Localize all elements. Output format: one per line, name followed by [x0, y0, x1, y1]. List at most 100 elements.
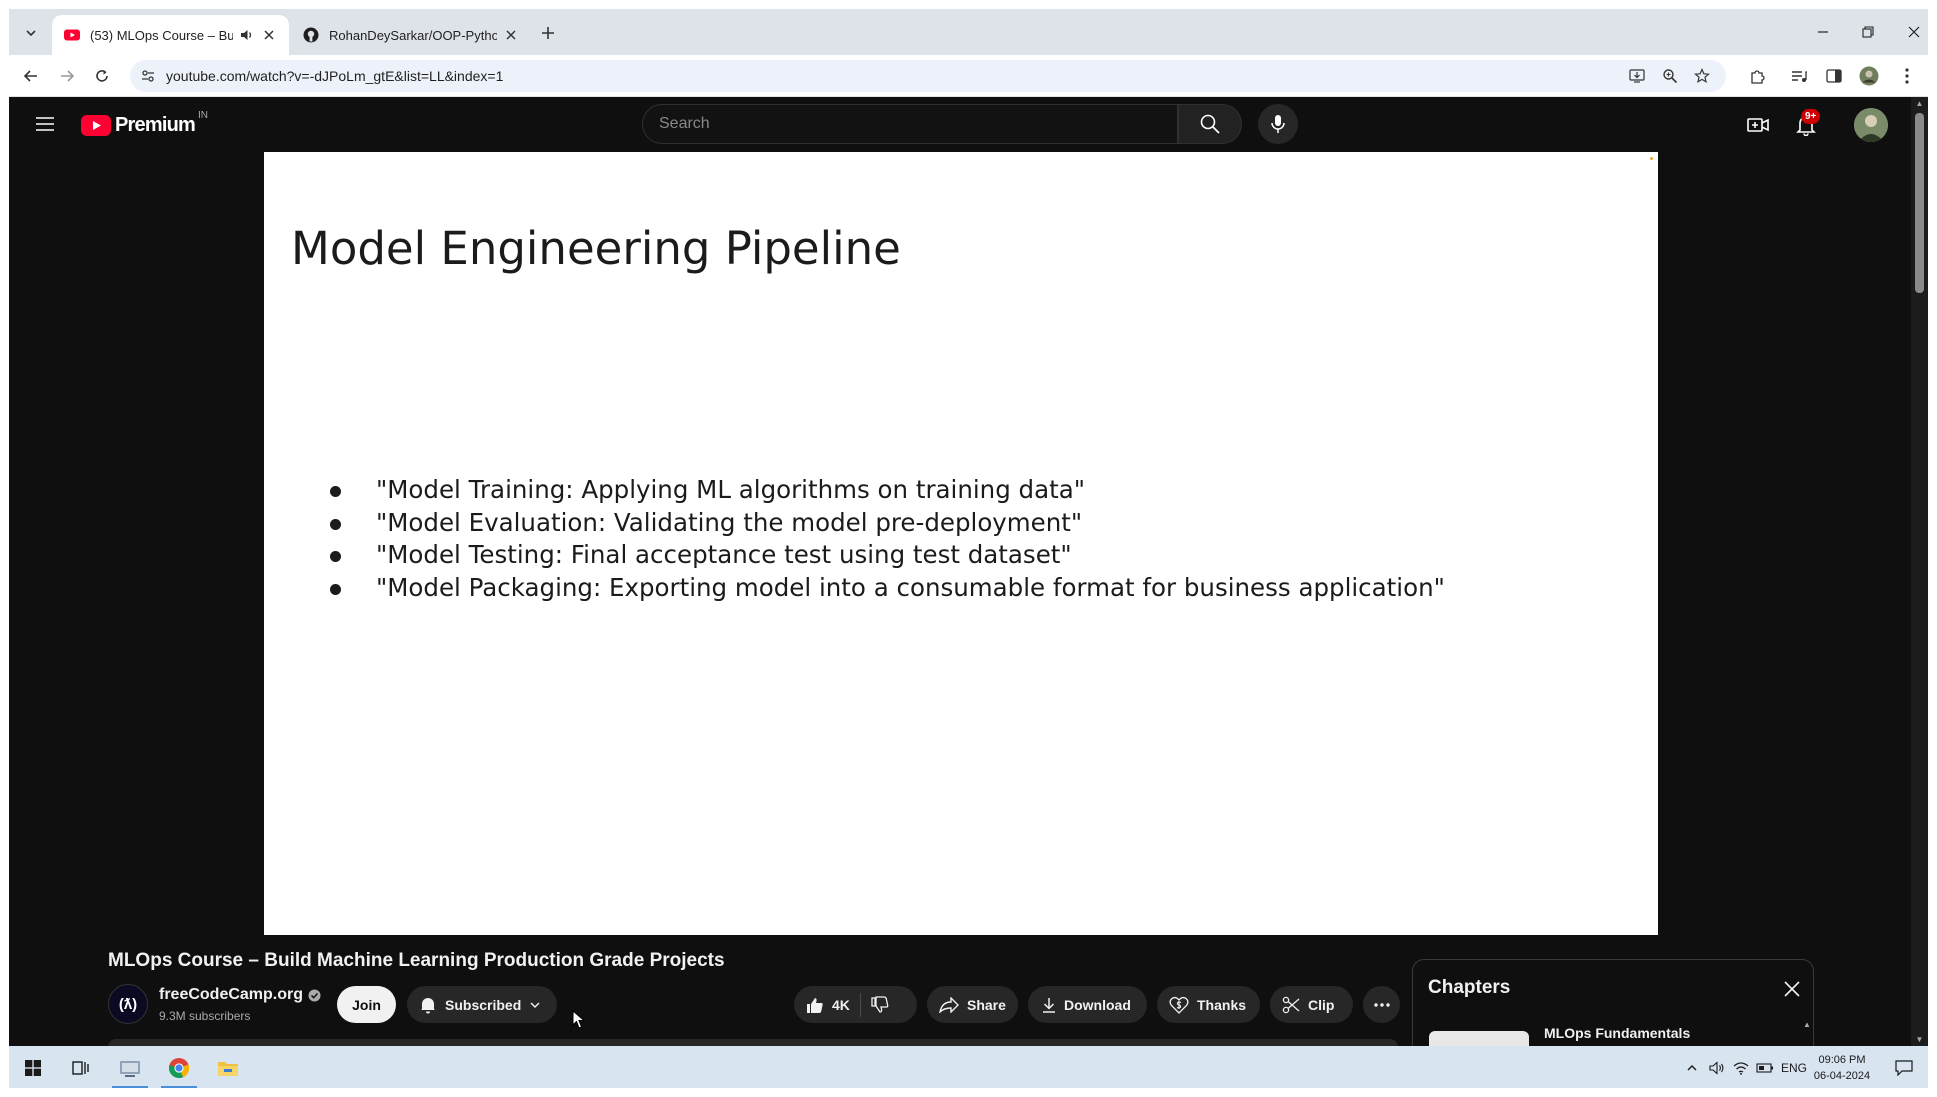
join-button[interactable]: Join	[337, 986, 396, 1023]
thumbs-up-icon	[807, 997, 823, 1013]
taskbar-app-explorer-window[interactable]	[108, 1046, 152, 1089]
slide-bullet: "Model Testing: Final acceptance test us…	[330, 539, 1445, 572]
chapter-item-title[interactable]: MLOps Fundamentals	[1544, 1025, 1690, 1041]
thanks-button[interactable]: Thanks	[1157, 986, 1260, 1023]
subscribed-button[interactable]: Subscribed	[407, 986, 557, 1023]
new-tab-plus-icon[interactable]	[537, 22, 559, 44]
video-title: MLOps Course – Build Machine Learning Pr…	[108, 950, 725, 971]
like-button[interactable]: 4K	[806, 996, 850, 1014]
chapter-thumbnail[interactable]	[1429, 1031, 1529, 1046]
search-input[interactable]	[643, 105, 1177, 143]
share-button[interactable]: Share	[927, 986, 1018, 1023]
url-text[interactable]: youtube.com/watch?v=-dJPoLm_gtE&list=LL&…	[166, 68, 503, 84]
clip-label: Clip	[1308, 996, 1335, 1013]
tab-close-icon[interactable]	[503, 27, 519, 43]
youtube-favicon-icon	[64, 27, 80, 43]
system-clock[interactable]: 09:06 PM 06-04-2024	[1807, 1052, 1877, 1084]
slide-bullet-list: "Model Training: Applying ML algorithms …	[330, 474, 1445, 604]
taskbar-file-explorer-icon[interactable]	[206, 1046, 250, 1089]
mouse-pointer-icon	[572, 1010, 586, 1029]
thanks-label: Thanks	[1197, 996, 1247, 1013]
notification-center-icon[interactable]	[1895, 1058, 1913, 1078]
chrome-tab-strip: (53) MLOps Course – Build Machine Learni…	[9, 9, 1928, 55]
bullet-dot-icon	[330, 518, 341, 530]
restore-icon[interactable]	[1854, 21, 1882, 43]
logo-wordmark: Premium	[115, 113, 196, 136]
scroll-down-arrow-icon[interactable]: ▼	[1915, 1035, 1924, 1044]
channel-avatar[interactable]: (ƛ)	[108, 984, 148, 1024]
forward-arrow-icon[interactable]	[54, 63, 80, 89]
tab-youtube-mlops[interactable]: (53) MLOps Course – Build Machine Learni…	[52, 15, 289, 55]
chrome-toolbar: youtube.com/watch?v=-dJPoLm_gtE&list=LL&…	[9, 55, 1928, 97]
wifi-icon[interactable]	[1733, 1058, 1749, 1078]
install-app-icon[interactable]	[1627, 66, 1647, 86]
chapters-panel: Chapters MLOps Fundamentals ▲	[1412, 959, 1814, 1046]
battery-icon[interactable]	[1756, 1058, 1774, 1078]
github-favicon-icon	[303, 27, 319, 43]
hamburger-menu-icon[interactable]	[32, 111, 58, 137]
task-view-icon[interactable]	[59, 1046, 103, 1089]
tab-audio-playing-icon[interactable]	[239, 27, 255, 43]
avatar[interactable]	[1854, 108, 1888, 142]
minimize-icon[interactable]	[1809, 21, 1837, 43]
slide-bullet: "Model Training: Applying ML algorithms …	[330, 474, 1445, 507]
thumbs-down-icon	[871, 995, 889, 1013]
microphone-icon	[1271, 115, 1285, 133]
search-button[interactable]	[1178, 104, 1242, 144]
back-arrow-icon[interactable]	[18, 63, 44, 89]
bullet-dot-icon	[330, 486, 341, 497]
channel-name: freeCodeCamp.org	[159, 986, 304, 1003]
video-player[interactable]: Model Engineering Pipeline "Model Traini…	[264, 152, 1658, 935]
slide-bullet: "Model Packaging: Exporting model into a…	[330, 572, 1445, 605]
media-controls-icon[interactable]	[1788, 65, 1810, 87]
windows-start-icon[interactable]	[11, 1046, 55, 1089]
voice-search-button[interactable]	[1258, 104, 1298, 144]
close-window-icon[interactable]	[1900, 21, 1928, 43]
youtube-page: Premium IN 9+ Model Engineering Pipeline…	[9, 97, 1911, 1046]
scrollbar-thumb[interactable]	[1915, 113, 1924, 293]
more-actions-button[interactable]	[1363, 986, 1400, 1023]
share-arrow-icon	[939, 996, 959, 1013]
logo-country-code: IN	[198, 109, 208, 121]
download-button[interactable]: Download	[1028, 986, 1147, 1023]
bullet-dot-icon	[330, 583, 341, 595]
clock-time: 09:06 PM	[1818, 1054, 1866, 1066]
scroll-up-arrow-icon[interactable]: ▲	[1915, 99, 1924, 108]
share-label: Share	[967, 996, 1006, 1013]
reload-icon[interactable]	[89, 63, 115, 89]
clip-button[interactable]: Clip	[1270, 986, 1353, 1023]
tab-search-chevron-icon[interactable]	[19, 21, 43, 45]
description-box[interactable]	[108, 1039, 1398, 1046]
download-icon	[1042, 997, 1056, 1013]
taskbar-chrome-icon[interactable]	[157, 1046, 201, 1089]
like-count: 4K	[832, 996, 850, 1013]
slide-title: Model Engineering Pipeline	[291, 222, 901, 275]
side-panel-icon[interactable]	[1823, 65, 1845, 87]
create-video-icon[interactable]	[1744, 111, 1772, 139]
dislike-button[interactable]	[871, 995, 889, 1014]
input-language[interactable]: ENG	[1781, 1058, 1807, 1078]
youtube-premium-logo[interactable]: Premium IN	[81, 109, 208, 139]
zoom-icon[interactable]	[1660, 66, 1680, 86]
address-bar[interactable]: youtube.com/watch?v=-dJPoLm_gtE&list=LL&…	[130, 60, 1726, 92]
clock-date: 06-04-2024	[1813, 1070, 1871, 1082]
close-icon[interactable]	[1781, 978, 1803, 1000]
youtube-play-logo-icon	[81, 114, 111, 136]
profile-avatar-icon[interactable]	[1858, 65, 1880, 87]
search-icon	[1200, 114, 1220, 134]
page-scrollbar[interactable]: ▲ ▼	[1911, 97, 1928, 1046]
chapters-heading: Chapters	[1428, 977, 1511, 998]
tray-chevron-up-icon[interactable]	[1686, 1058, 1698, 1078]
site-info-tune-icon[interactable]	[140, 68, 156, 84]
tab-github-oop-python[interactable]: RohanDeySarkar/OOP-Python	[291, 15, 531, 55]
channel-name-link[interactable]: freeCodeCamp.org	[159, 986, 321, 1004]
chrome-menu-kebab-icon[interactable]	[1896, 65, 1918, 87]
extensions-puzzle-icon[interactable]	[1747, 65, 1769, 87]
slide-bullet-text: "Model Testing: Final acceptance test us…	[376, 540, 1072, 569]
verified-check-icon	[308, 989, 321, 1001]
volume-icon[interactable]	[1709, 1058, 1725, 1078]
windows-taskbar: ENG 09:06 PM 06-04-2024	[9, 1046, 1928, 1089]
tab-close-icon[interactable]	[261, 27, 277, 43]
panel-scroll-up-icon[interactable]: ▲	[1803, 1020, 1811, 1029]
bookmark-star-icon[interactable]	[1692, 66, 1712, 86]
